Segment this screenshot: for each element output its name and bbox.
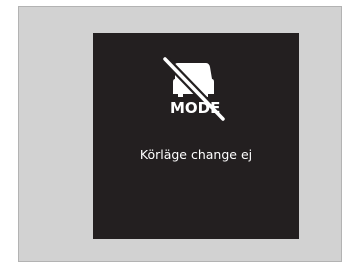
figure-frame: MODE Körläge change ej <box>18 6 342 262</box>
status-message: Körläge change ej <box>139 147 253 162</box>
drive-mode-prohibited-icon: MODE <box>161 57 231 123</box>
instrument-display: MODE Körläge change ej <box>93 33 299 239</box>
mode-label: MODE <box>170 99 221 117</box>
